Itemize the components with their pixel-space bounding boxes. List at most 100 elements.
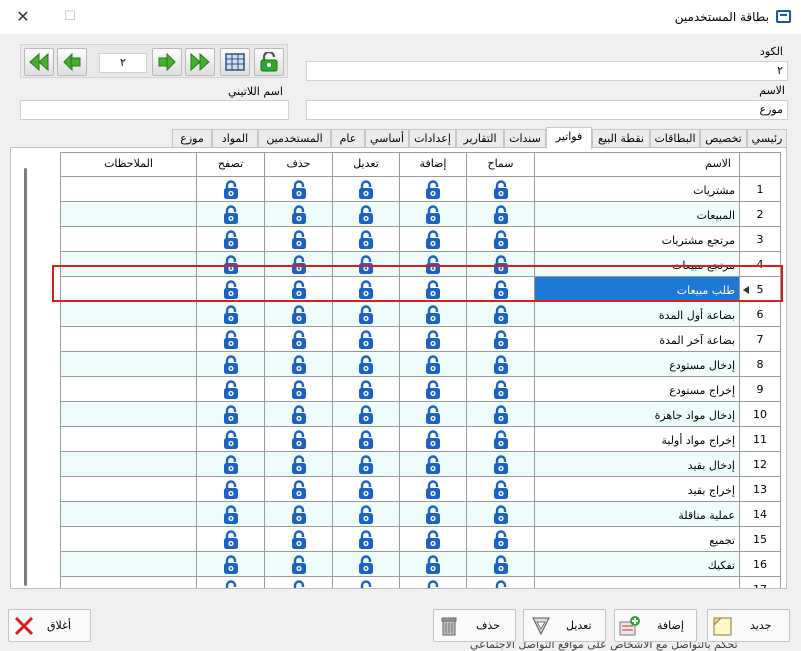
edit-permission[interactable] (333, 377, 400, 402)
row-number-cell[interactable]: 5 (740, 277, 781, 302)
notes-cell[interactable] (60, 252, 197, 277)
allow-permission[interactable] (467, 202, 535, 227)
delete-permission[interactable] (265, 577, 333, 588)
add-permission[interactable] (400, 377, 467, 402)
edit-permission[interactable] (333, 277, 400, 302)
allow-permission[interactable] (467, 452, 535, 477)
tab-main[interactable]: رئيسي (747, 129, 787, 148)
browse-permission[interactable] (197, 227, 265, 252)
browse-permission[interactable] (197, 377, 265, 402)
table-row[interactable]: عملية مناقلة 14 (60, 502, 781, 527)
table-row[interactable]: مرتجع مشتريات 3 (60, 227, 781, 252)
next-record-button[interactable] (152, 48, 182, 76)
permission-name-cell[interactable]: تسوية مستودع (535, 577, 740, 588)
add-permission[interactable] (400, 352, 467, 377)
row-number-cell[interactable]: 15 (740, 527, 781, 552)
row-number-cell[interactable]: 16 (740, 552, 781, 577)
table-row[interactable]: إخراج مواد أولية 11 (60, 427, 781, 452)
permission-name-cell[interactable]: مرتجع مبيعات (535, 252, 740, 277)
permission-name-cell[interactable]: إدخال بقيد (535, 452, 740, 477)
edit-permission[interactable] (333, 227, 400, 252)
row-number-cell[interactable]: 14 (740, 502, 781, 527)
edit-button[interactable]: تعديل (523, 609, 606, 642)
notes-cell[interactable] (60, 202, 197, 227)
notes-cell[interactable] (60, 177, 197, 202)
tab-distributor[interactable]: موزع (172, 129, 212, 148)
edit-permission[interactable] (333, 552, 400, 577)
add-permission[interactable] (400, 427, 467, 452)
delete-permission[interactable] (265, 277, 333, 302)
permission-name-cell[interactable]: إدخال مستودع (535, 352, 740, 377)
permission-name-cell[interactable]: تجميع (535, 527, 740, 552)
permission-name-cell[interactable]: إخراج بقيد (535, 477, 740, 502)
allow-permission[interactable] (467, 252, 535, 277)
table-row[interactable]: تجميع 15 (60, 527, 781, 552)
row-number-cell[interactable]: 13 (740, 477, 781, 502)
permission-name-cell[interactable]: طلب مبيعات (535, 277, 740, 302)
code-field[interactable]: ٢ (306, 61, 788, 81)
browse-permission[interactable] (197, 552, 265, 577)
add-permission[interactable] (400, 577, 467, 588)
first-record-button[interactable] (24, 48, 54, 76)
allow-permission[interactable] (467, 177, 535, 202)
notes-cell[interactable] (60, 377, 197, 402)
row-number-cell[interactable]: 10 (740, 402, 781, 427)
row-number-cell[interactable]: 6 (740, 302, 781, 327)
header-allow[interactable]: سماح (467, 152, 535, 177)
header-name[interactable]: الاسم (535, 152, 740, 177)
browse-permission[interactable] (197, 477, 265, 502)
browse-permission[interactable] (197, 527, 265, 552)
delete-permission[interactable] (265, 177, 333, 202)
close-window-icon[interactable]: ✕ (11, 6, 35, 28)
delete-permission[interactable] (265, 252, 333, 277)
edit-permission[interactable] (333, 402, 400, 427)
table-row[interactable]: بضاعة أول المدة 6 (60, 302, 781, 327)
edit-permission[interactable] (333, 252, 400, 277)
row-number-cell[interactable]: 12 (740, 452, 781, 477)
allow-permission[interactable] (467, 502, 535, 527)
allow-permission[interactable] (467, 527, 535, 552)
delete-permission[interactable] (265, 452, 333, 477)
edit-permission[interactable] (333, 452, 400, 477)
permission-name-cell[interactable]: إخراج مواد أولية (535, 427, 740, 452)
allow-permission[interactable] (467, 477, 535, 502)
notes-cell[interactable] (60, 277, 197, 302)
browse-permission[interactable] (197, 352, 265, 377)
row-number-cell[interactable]: 11 (740, 427, 781, 452)
notes-cell[interactable] (60, 477, 197, 502)
browse-permission[interactable] (197, 252, 265, 277)
tab-point-of-sale[interactable]: نقطة البيع (592, 129, 650, 148)
tab-basic[interactable]: أساسي (365, 129, 409, 148)
permission-name-cell[interactable]: بضاعة أول المدة (535, 302, 740, 327)
add-button[interactable]: إضافة (614, 609, 697, 642)
notes-cell[interactable] (60, 327, 197, 352)
permission-name-cell[interactable]: المبيعات (535, 202, 740, 227)
tab-users[interactable]: المستخدمين (258, 129, 331, 148)
delete-permission[interactable] (265, 327, 333, 352)
grid-view-button[interactable] (220, 48, 250, 76)
close-button[interactable]: أغلاق (8, 609, 91, 642)
edit-permission[interactable] (333, 202, 400, 227)
edit-permission[interactable] (333, 327, 400, 352)
table-row[interactable]: تفكيك 16 (60, 552, 781, 577)
table-row[interactable]: بضاعة آخر المدة 7 (60, 327, 781, 352)
delete-permission[interactable] (265, 377, 333, 402)
row-number-cell[interactable]: 8 (740, 352, 781, 377)
browse-permission[interactable] (197, 577, 265, 588)
allow-permission[interactable] (467, 327, 535, 352)
maximize-window-icon[interactable]: ☐ (58, 6, 82, 28)
delete-button[interactable]: حذف (433, 609, 516, 642)
add-permission[interactable] (400, 502, 467, 527)
row-number-cell[interactable]: 4 (740, 252, 781, 277)
table-row[interactable]: مرتجع مبيعات 4 (60, 252, 781, 277)
permission-name-cell[interactable]: مرتجع مشتريات (535, 227, 740, 252)
tab-settings[interactable]: إعدادات (409, 129, 456, 148)
name-field[interactable]: موزع (306, 100, 788, 120)
browse-permission[interactable] (197, 427, 265, 452)
permission-name-cell[interactable]: بضاعة آخر المدة (535, 327, 740, 352)
notes-cell[interactable] (60, 452, 197, 477)
allow-permission[interactable] (467, 277, 535, 302)
notes-cell[interactable] (60, 402, 197, 427)
table-row[interactable]: إدخال مستودع 8 (60, 352, 781, 377)
tab-cards[interactable]: البطاقات (650, 129, 700, 148)
